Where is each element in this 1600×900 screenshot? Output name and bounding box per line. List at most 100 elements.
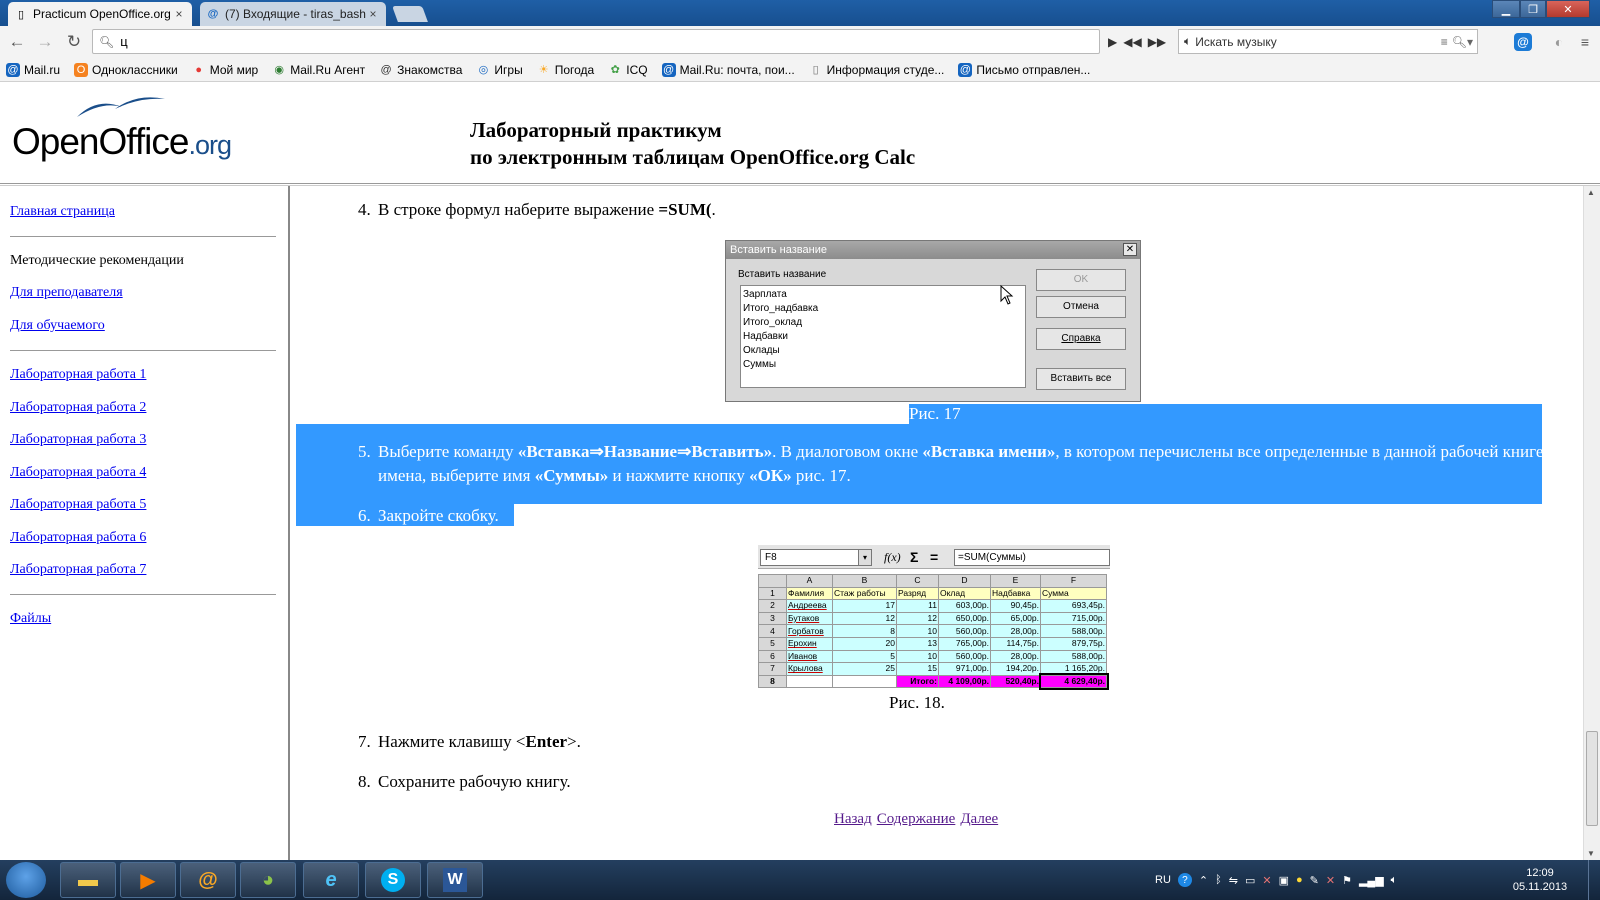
value-cell[interactable]: 8 <box>832 624 897 638</box>
value-cell[interactable]: 15 <box>896 662 939 676</box>
sidebar-link-files[interactable]: Файлы <box>10 611 51 627</box>
minimize-button[interactable]: ▁ <box>1492 0 1520 18</box>
scroll-up-icon[interactable]: ▲ <box>1587 188 1595 197</box>
value-cell[interactable]: 1 165,20р. <box>1040 662 1107 676</box>
surname-cell[interactable]: Андреева <box>786 599 833 613</box>
value-cell[interactable]: 10 <box>896 649 939 664</box>
tab-close-icon[interactable]: × <box>366 7 380 21</box>
value-cell[interactable]: 715,00р. <box>1040 611 1107 626</box>
surname-cell[interactable]: Бутаков <box>786 611 833 626</box>
sidebar-link-home[interactable]: Главная страница <box>10 204 115 220</box>
formula-input[interactable]: =SUM(Суммы) <box>954 549 1110 566</box>
value-cell[interactable]: 588,00р. <box>1040 624 1107 638</box>
value-cell[interactable]: 560,00р. <box>938 624 991 638</box>
equals-icon[interactable]: = <box>930 549 938 565</box>
value-cell[interactable]: 90,45р. <box>990 599 1041 613</box>
scrollbar-thumb[interactable] <box>1586 731 1598 826</box>
forward-arrow-icon[interactable]: → <box>34 31 56 53</box>
music-search-input[interactable]: 🔈︎ Искать музыку ≡ 🔍︎▾ <box>1178 29 1478 54</box>
row-header[interactable]: 7 <box>758 662 787 676</box>
chevron-up-icon[interactable]: ⌃ <box>1199 874 1208 887</box>
reload-icon[interactable]: ↻ <box>63 31 85 53</box>
surname-cell[interactable]: Иванов <box>786 649 833 664</box>
start-button[interactable] <box>6 862 46 898</box>
bookmark-pogoda[interactable]: ☀ Погода <box>537 63 594 77</box>
insert-all-button[interactable]: Вставить все <box>1036 368 1126 390</box>
sidebar-link-lab-7[interactable]: Лабораторная работа 7 <box>10 562 146 578</box>
column-header[interactable]: D <box>938 574 991 588</box>
surname-cell[interactable]: Крылова <box>786 662 833 676</box>
total-cell[interactable]: 520,40р. <box>990 674 1041 689</box>
value-cell[interactable]: 693,45р. <box>1040 599 1107 613</box>
column-header[interactable]: C <box>896 574 939 588</box>
sidebar-link-lab-2[interactable]: Лабораторная работа 2 <box>10 400 146 416</box>
surname-cell[interactable]: Горбатов <box>786 624 833 638</box>
value-cell[interactable]: 879,75р. <box>1040 636 1107 651</box>
header-cell[interactable]: Разряд <box>896 586 939 601</box>
system-clock[interactable]: 12:09 05.11.2013 <box>1505 866 1575 894</box>
bookmark-icq[interactable]: ✿ ICQ <box>608 63 648 77</box>
value-cell[interactable]: 13 <box>896 636 939 651</box>
bookmark-agent[interactable]: ◉ Mail.Ru Агент <box>272 63 365 77</box>
tab-close-icon[interactable]: × <box>172 7 186 21</box>
internet-explorer-icon[interactable]: e <box>303 862 359 898</box>
surname-cell[interactable]: Ерохин <box>786 636 833 651</box>
bookmark-letter-sent[interactable]: @ Письмо отправлен... <box>958 62 1090 77</box>
row-header[interactable]: 4 <box>758 624 787 638</box>
list-icon[interactable]: ≡ <box>1441 35 1448 49</box>
help-button[interactable]: Справка <box>1036 328 1126 350</box>
network-icon[interactable]: ⇋ <box>1229 874 1238 887</box>
name-box[interactable]: F8 ▾ <box>760 549 872 566</box>
row-header[interactable]: 3 <box>758 611 787 626</box>
row-header[interactable]: 8 <box>758 674 787 689</box>
new-tab-button[interactable] <box>392 6 428 22</box>
value-cell[interactable]: 603,00р. <box>938 599 991 613</box>
column-header[interactable]: A <box>786 574 833 588</box>
sidebar-link-lab-3[interactable]: Лабораторная работа 3 <box>10 432 146 448</box>
contents-link[interactable]: Содержание <box>877 811 956 827</box>
play-icon[interactable]: ▶ <box>1108 35 1117 49</box>
bookmark-igry[interactable]: ◎ Игры <box>476 63 523 77</box>
search-dropdown-icon[interactable]: 🔍︎▾ <box>1452 35 1473 49</box>
sum-icon[interactable]: Σ <box>910 549 918 565</box>
show-desktop-button[interactable] <box>1588 860 1600 900</box>
row-header[interactable]: 1 <box>758 586 787 601</box>
media-player-icon[interactable]: ▶ <box>120 862 176 898</box>
column-header[interactable]: E <box>990 574 1041 588</box>
screen-icon[interactable]: ▭ <box>1245 874 1255 887</box>
list-item[interactable]: Итого_оклад <box>743 316 1023 330</box>
value-cell[interactable]: 17 <box>832 599 897 613</box>
value-cell[interactable]: 10 <box>896 624 939 638</box>
value-cell[interactable]: 12 <box>832 611 897 626</box>
tab-practicum[interactable]: ▯ Practicum OpenOffice.org × <box>8 2 192 26</box>
total-cell[interactable]: Итого: <box>896 674 939 689</box>
maximize-button[interactable]: ❐ <box>1520 0 1546 18</box>
column-header[interactable]: B <box>832 574 897 588</box>
bluetooth-icon[interactable]: ᛒ <box>1215 874 1222 886</box>
tools-icon[interactable]: ✎ <box>1310 874 1319 887</box>
value-cell[interactable]: 5 <box>832 649 897 664</box>
value-cell[interactable]: 114,75р. <box>990 636 1041 651</box>
flag-icon[interactable]: ⚑ <box>1342 874 1352 887</box>
header-cell[interactable]: Фамилия <box>786 586 833 601</box>
sidebar-link-lab-1[interactable]: Лабораторная работа 1 <box>10 367 146 383</box>
value-cell[interactable]: 560,00р. <box>938 649 991 664</box>
sidebar-link-student[interactable]: Для обучаемого <box>10 318 105 334</box>
list-item[interactable]: Итого_надбавка <box>743 302 1023 316</box>
vertical-scrollbar[interactable]: ▲ ▼ <box>1583 186 1600 860</box>
signal-icon[interactable]: ▂▄▆ <box>1359 874 1384 887</box>
bookmark-mailru-mail[interactable]: @ Mail.Ru: почта, пои... <box>661 62 795 77</box>
cancel-button[interactable]: Отмена <box>1036 296 1126 318</box>
value-cell[interactable]: 20 <box>832 636 897 651</box>
bookmark-info[interactable]: ▯ Информация студе... <box>809 63 945 77</box>
corner-cell[interactable] <box>758 574 787 588</box>
chrome-browser-icon[interactable]: ◕ <box>240 862 296 898</box>
list-item[interactable]: Надбавки <box>743 330 1023 344</box>
list-item[interactable]: Зарплата <box>743 288 1023 302</box>
value-cell[interactable]: 65,00р. <box>990 611 1041 626</box>
explorer-folder-icon[interactable]: ▬ <box>60 862 116 898</box>
red-x-icon[interactable]: ✕ <box>1326 874 1335 887</box>
value-cell[interactable]: 25 <box>832 662 897 676</box>
row-header[interactable]: 6 <box>758 649 787 664</box>
mail-agent-icon[interactable]: @ <box>1514 33 1532 51</box>
